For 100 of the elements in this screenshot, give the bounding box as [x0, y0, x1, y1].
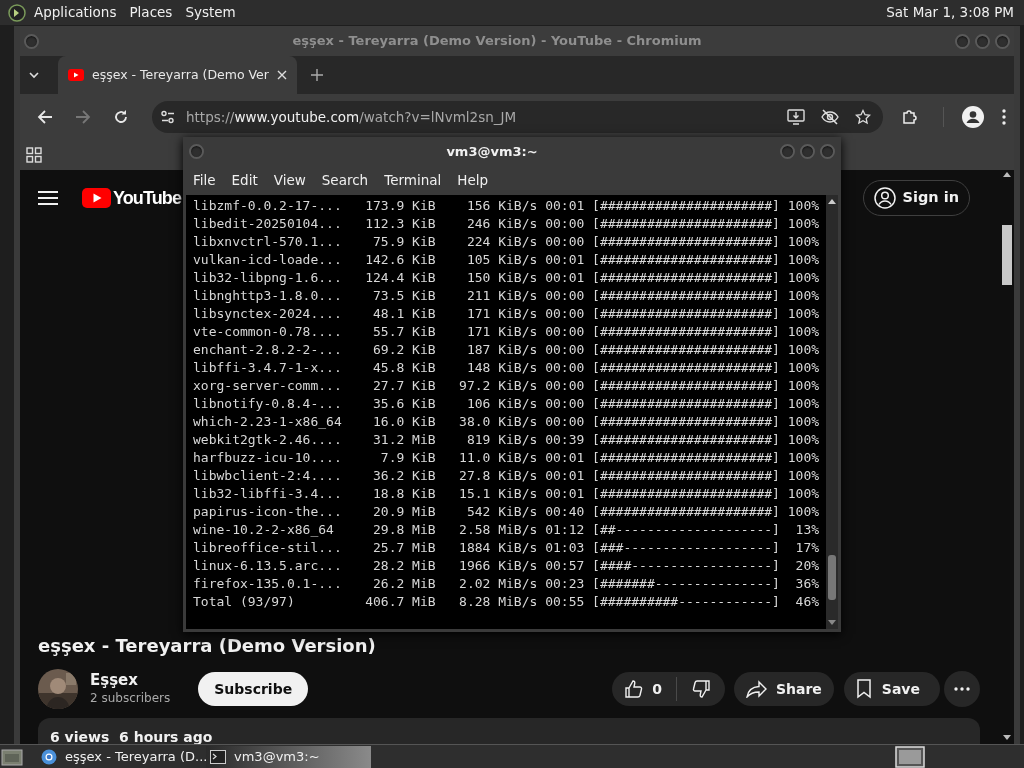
back-arrow-icon[interactable] — [37, 109, 53, 125]
percent-text: 100% — [786, 467, 820, 485]
percent-text: 100% — [786, 233, 820, 251]
window-button[interactable] — [955, 33, 970, 49]
progress-bar-text: [######################] — [592, 377, 780, 395]
package-name: webkit2gtk-2.46.... — [193, 431, 342, 449]
package-name: libzmf-0.0.2-17-... — [193, 197, 342, 215]
speed-text: 150 KiB/s — [465, 269, 538, 287]
time-text: 00:01 — [545, 467, 585, 485]
percent-text: 100% — [786, 269, 820, 287]
package-name: harfbuzz-icu-10.... — [193, 449, 342, 467]
progress-bar-text: [##########------------] — [592, 593, 780, 611]
taskbar-button[interactable]: vm3@vm3:~ — [206, 745, 371, 768]
percent-text: 100% — [786, 413, 820, 431]
window-button[interactable] — [24, 33, 39, 49]
time-text: 00:01 — [545, 269, 585, 287]
menu-item[interactable]: Help — [450, 170, 496, 191]
menu-item[interactable]: Places — [129, 2, 173, 23]
browser-tab[interactable]: eşşex - Tereyarra (Demo Ver — [58, 56, 297, 94]
time-text: 00:00 — [545, 413, 585, 431]
tune-icon[interactable] — [160, 109, 176, 125]
account-icon — [873, 187, 896, 209]
percent-text: 100% — [786, 377, 820, 395]
size-text: 31.2 MiB — [372, 431, 436, 449]
clock: Sat Mar 1, 3:08 PM — [886, 3, 1014, 23]
size-text: 25.7 MiB — [372, 539, 436, 557]
channel-name[interactable]: Eşşex — [90, 671, 171, 690]
speed-text: 148 KiB/s — [465, 359, 538, 377]
terminal-logo-icon[interactable] — [8, 3, 26, 22]
window-button[interactable] — [995, 33, 1010, 49]
size-text: 142.6 KiB — [364, 251, 436, 269]
forward-arrow-icon[interactable] — [75, 109, 91, 125]
package-name: vulkan-icd-loade... — [193, 251, 342, 269]
speed-text: 2.02 MiB/s — [458, 575, 538, 593]
terminal-scrollbar[interactable] — [826, 195, 838, 629]
window-button[interactable] — [975, 33, 990, 49]
video-title: eşşex - Tereyarra (Demo Version) — [37, 634, 377, 658]
menu-icon[interactable] — [38, 190, 58, 206]
kebab-menu-icon[interactable] — [1002, 109, 1006, 125]
menu-item[interactable]: Edit — [224, 170, 265, 191]
speed-text: 15.1 KiB/s — [458, 485, 538, 503]
puzzle-icon[interactable] — [901, 108, 919, 126]
speed-text: 27.8 KiB/s — [458, 467, 538, 485]
menu-item[interactable]: Terminal — [377, 170, 449, 191]
menu-item[interactable]: Search — [314, 170, 376, 191]
window-button[interactable] — [820, 144, 835, 159]
menu-item[interactable]: Applications — [34, 2, 117, 23]
save-button[interactable]: Save — [843, 672, 940, 706]
window-button[interactable] — [189, 144, 204, 159]
more-button[interactable] — [944, 671, 980, 707]
chevron-down-icon[interactable] — [28, 69, 40, 81]
progress-bar-text: [######################] — [592, 323, 780, 341]
size-text: 35.6 KiB — [372, 395, 436, 413]
size-text: 16.0 KiB — [372, 413, 436, 431]
window-button[interactable] — [800, 144, 815, 159]
size-text: 55.7 KiB — [372, 323, 436, 341]
time-text: 00:01 — [545, 251, 585, 269]
package-name: linux-6.13.5.arc... — [193, 557, 342, 575]
size-text: 48.1 KiB — [372, 305, 436, 323]
address-bar[interactable]: https://www.youtube.com/watch?v=lNvml2sn_JM — [152, 101, 883, 133]
size-text: 112.3 KiB — [364, 215, 436, 233]
package-name: papirus-icon-the... — [193, 503, 342, 521]
package-name: lib32-libpng-1.6... — [193, 269, 342, 287]
speed-text: 1884 KiB/s — [458, 539, 538, 557]
progress-bar-text: [######################] — [592, 359, 780, 377]
progress-bar-text: [####------------------] — [592, 557, 780, 575]
install-icon[interactable] — [787, 109, 805, 125]
subscribe-button[interactable]: Subscribe — [198, 672, 309, 706]
eye-off-icon[interactable] — [821, 109, 839, 125]
progress-bar-text: [######################] — [592, 233, 780, 251]
speed-text: 11.0 KiB/s — [458, 449, 538, 467]
time-text: 00:00 — [545, 341, 585, 359]
profile-icon[interactable] — [962, 106, 984, 128]
speed-text: 542 KiB/s — [465, 503, 538, 521]
size-text: 173.9 KiB — [364, 197, 436, 215]
plus-icon[interactable] — [310, 69, 323, 81]
window-button[interactable] — [780, 144, 795, 159]
close-icon[interactable] — [276, 70, 287, 80]
percent-text: 100% — [786, 305, 820, 323]
progress-bar-text: [#######---------------] — [592, 575, 780, 593]
reload-icon[interactable] — [113, 109, 129, 125]
time-text: 00:23 — [545, 575, 585, 593]
menu-item[interactable]: View — [266, 170, 313, 191]
package-name: which-2.23-1-x86_64 — [193, 413, 342, 431]
size-text: 45.8 KiB — [372, 359, 436, 377]
subscriber-count: 2 subscribers — [90, 690, 171, 707]
size-text: 26.2 MiB — [372, 575, 436, 593]
file-manager-icon[interactable] — [1, 746, 23, 767]
share-button[interactable]: Share — [733, 672, 834, 706]
size-text: 69.2 KiB — [372, 341, 436, 359]
progress-bar-text: [######################] — [592, 305, 780, 323]
apps-grid-icon[interactable] — [26, 147, 42, 163]
time-text: 00:00 — [545, 323, 585, 341]
youtube-logo[interactable]: YouTube — [82, 184, 182, 212]
star-icon[interactable] — [855, 109, 871, 125]
window-icon[interactable] — [895, 745, 925, 768]
menu-item[interactable]: System — [185, 2, 236, 23]
progress-bar-text: [######################] — [592, 431, 780, 449]
time-text: 01:03 — [545, 539, 585, 557]
menu-item[interactable]: File — [186, 170, 223, 191]
